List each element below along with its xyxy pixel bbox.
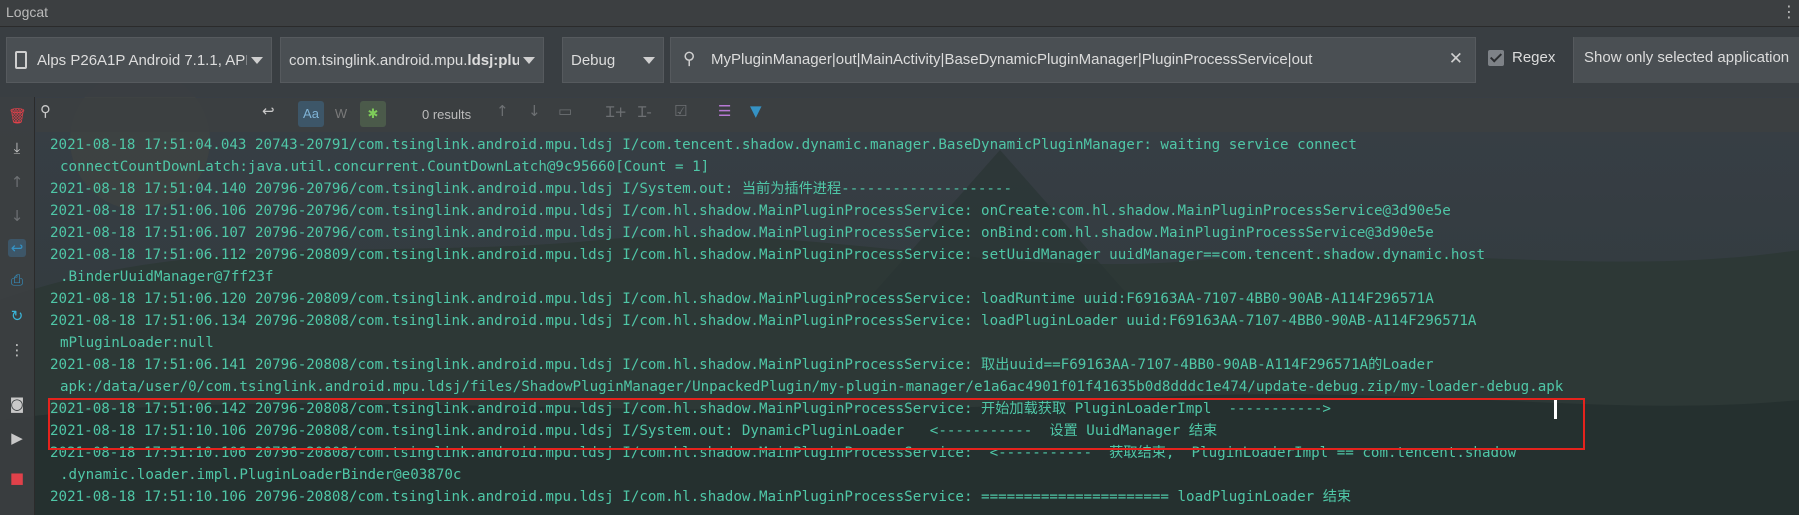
highlight-box: [48, 398, 1585, 450]
remove-occurrence-icon[interactable]: Ɪ-: [638, 102, 652, 122]
print-icon[interactable]: ⎙: [8, 271, 26, 289]
log-line: 2021-08-18 17:51:04.043 20743-20791/com.…: [50, 137, 1357, 153]
video-icon[interactable]: ▶: [8, 429, 26, 447]
funnel-icon[interactable]: ▼: [750, 102, 762, 120]
filter-dropdown[interactable]: Show only selected application: [1573, 37, 1799, 83]
soft-wrap-icon[interactable]: ↩: [8, 239, 26, 257]
find-bar: ⚲ ↩ Aa W ✱ 0 results ↑ ↓ ▭ Ɪ+ Ɪ- ☑ ☰ ▼: [36, 98, 1799, 132]
add-occurrence-icon[interactable]: Ɪ+: [606, 102, 627, 122]
logcat-toolbar: Alps P26A1P Android 7.1.1, API com.tsing…: [0, 27, 1799, 97]
select-occurrences-icon[interactable]: ☑: [674, 102, 687, 120]
whole-word-toggle[interactable]: W: [328, 101, 354, 127]
log-line: 2021-08-18 17:51:06.120 20796-20809/com.…: [50, 291, 1434, 307]
chevron-down-icon: [523, 57, 535, 64]
return-icon[interactable]: ↩: [262, 102, 275, 120]
regex-toggle[interactable]: ✱: [360, 101, 386, 127]
arrow-up-icon[interactable]: ↑: [496, 102, 509, 120]
phone-icon: [15, 51, 27, 69]
stop-icon[interactable]: ■: [8, 469, 26, 487]
regex-label: Regex: [1512, 49, 1556, 66]
more-vertical-icon[interactable]: ⋮: [8, 341, 26, 359]
checkbox-checked-icon: [1488, 49, 1504, 66]
search-icon[interactable]: ⚲: [40, 102, 51, 120]
arrow-down-icon[interactable]: ↓: [8, 207, 26, 225]
arrow-down-icon[interactable]: ↓: [528, 102, 541, 120]
log-line: 2021-08-18 17:51:06.107 20796-20796/com.…: [50, 225, 1434, 241]
log-line: 2021-08-18 17:51:10.106 20796-20808/com.…: [50, 489, 1352, 505]
device-label: Alps P26A1P Android 7.1.1, API: [37, 51, 247, 69]
chevron-down-icon: [643, 57, 655, 64]
filter-label: Show only selected application: [1584, 49, 1790, 66]
search-input[interactable]: ⚲ MyPluginManager|out|MainActivity|BaseD…: [670, 37, 1476, 83]
scroll-to-end-icon[interactable]: ⤓: [8, 139, 26, 157]
log-line: 2021-08-18 17:51:06.141 20796-20808/com.…: [50, 357, 1434, 373]
search-icon: ⚲: [683, 49, 696, 69]
title-bar: Logcat ⋮: [0, 0, 1799, 27]
log-level-label: Debug: [571, 51, 616, 69]
select-all-icon[interactable]: ▭: [558, 102, 572, 120]
device-dropdown[interactable]: Alps P26A1P Android 7.1.1, API: [6, 37, 272, 83]
chevron-down-icon: [251, 57, 263, 64]
search-value: MyPluginManager|out|MainActivity|BaseDyn…: [711, 51, 1313, 68]
window-title: Logcat: [6, 4, 49, 20]
log-line-continuation: apk:/data/user/0/com.tsinglink.android.m…: [60, 379, 1564, 395]
logcat-side-toolbar: 🗑 ⤓ ↑ ↓ ↩ ⎙ ↻ ⋮ ◙ ▶ ■: [0, 97, 35, 515]
log-line: 2021-08-18 17:51:06.134 20796-20808/com.…: [50, 313, 1477, 329]
more-vertical-icon[interactable]: ⋮: [1781, 2, 1797, 21]
log-line-continuation: connectCountDownLatch:java.util.concurre…: [60, 159, 710, 175]
log-line-continuation: .dynamic.loader.impl.PluginLoaderBinder@…: [60, 467, 462, 483]
log-line-continuation: mPluginLoader:null: [60, 335, 214, 351]
process-dropdown[interactable]: com.tsinglink.android.mpu.ldsj:plug: [280, 37, 544, 83]
log-line: 2021-08-18 17:51:06.106 20796-20796/com.…: [50, 203, 1451, 219]
arrow-up-icon[interactable]: ↑: [8, 173, 26, 191]
log-line: 2021-08-18 17:51:06.112 20796-20809/com.…: [50, 247, 1485, 263]
results-count: 0 results: [422, 107, 472, 122]
delete-icon[interactable]: 🗑: [8, 107, 27, 125]
log-level-dropdown[interactable]: Debug: [562, 37, 664, 83]
process-label-prefix: com.tsinglink.android.mpu.: [289, 51, 468, 69]
text-cursor: [1554, 400, 1557, 419]
process-label-bold: ldsj:plug: [467, 51, 519, 69]
camera-icon[interactable]: ◙: [8, 395, 26, 413]
restart-icon[interactable]: ↻: [8, 307, 26, 325]
filter-lines-icon[interactable]: ☰: [718, 102, 731, 120]
process-label: com.tsinglink.android.mpu.ldsj:plug: [289, 52, 519, 69]
regex-checkbox[interactable]: Regex: [1488, 49, 1555, 66]
log-output[interactable]: 2021-08-18 17:51:04.043 20743-20791/com.…: [36, 134, 1799, 515]
log-line-continuation: .BinderUuidManager@7ff23f: [60, 269, 274, 285]
clear-icon[interactable]: ✕: [1449, 49, 1463, 69]
match-case-toggle[interactable]: Aa: [298, 101, 324, 127]
log-line: 2021-08-18 17:51:04.140 20796-20796/com.…: [50, 181, 1013, 197]
